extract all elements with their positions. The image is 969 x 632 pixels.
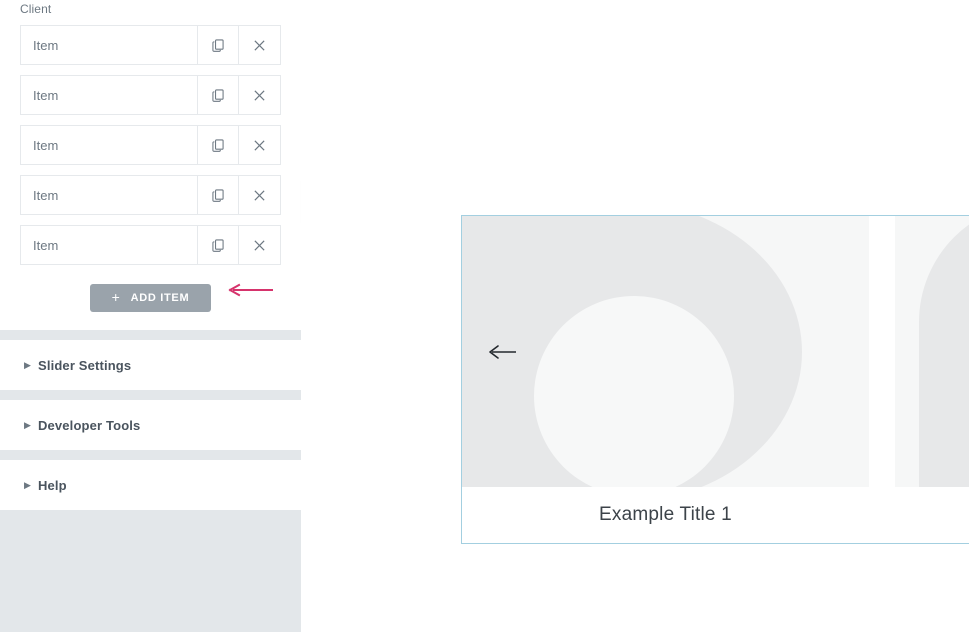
- editor-screen: Client Item Item Item Item Item + ADD IT…: [0, 0, 969, 632]
- repeater-item-row[interactable]: Item: [20, 75, 281, 115]
- section-gap: [0, 450, 301, 460]
- repeater-item-title[interactable]: Item: [21, 26, 198, 64]
- settings-panel: Client Item Item Item Item Item + ADD IT…: [0, 0, 301, 632]
- duplicate-icon[interactable]: [198, 176, 239, 214]
- caret-right-icon: ▶: [24, 359, 31, 370]
- caret-right-icon: ▶: [24, 479, 31, 490]
- slider-prev-arrow-icon[interactable]: [488, 341, 518, 363]
- close-icon[interactable]: [239, 176, 280, 214]
- close-icon[interactable]: [239, 26, 280, 64]
- section-gap: [0, 330, 301, 340]
- repeater-field-label: Client: [20, 2, 52, 16]
- image-placeholder-icon: [919, 216, 969, 487]
- add-item-button[interactable]: + ADD ITEM: [89, 284, 212, 312]
- repeater-item-title[interactable]: Item: [21, 76, 198, 114]
- add-item-label: ADD ITEM: [130, 292, 190, 304]
- panel-empty-area: [0, 510, 301, 632]
- annotation-arrow-icon: [228, 283, 273, 297]
- duplicate-icon[interactable]: [198, 226, 239, 264]
- sidebar-section-label: Slider Settings: [38, 357, 132, 373]
- close-icon[interactable]: [239, 126, 280, 164]
- slide-media: [462, 216, 869, 487]
- slide-caption: Example Title 1: [462, 487, 869, 543]
- slide-media: [895, 216, 969, 487]
- repeater-item-row[interactable]: Item: [20, 225, 281, 265]
- preview-canvas: Example Title 1: [301, 0, 969, 632]
- repeater-item-title[interactable]: Item: [21, 126, 198, 164]
- repeater-item-row[interactable]: Item: [20, 25, 281, 65]
- sidebar-section-help[interactable]: ▶ Help: [0, 460, 301, 510]
- close-icon[interactable]: [239, 76, 280, 114]
- caret-right-icon: ▶: [24, 419, 31, 430]
- repeater-item-title[interactable]: Item: [21, 176, 198, 214]
- sidebar-section-label: Help: [38, 477, 67, 493]
- repeater-control: Client Item Item Item Item Item + ADD IT…: [0, 0, 301, 330]
- repeater-item-row[interactable]: Item: [20, 175, 281, 215]
- sidebar-section-slider-settings[interactable]: ▶ Slider Settings: [0, 340, 301, 390]
- repeater-item-title[interactable]: Item: [21, 226, 198, 264]
- duplicate-icon[interactable]: [198, 76, 239, 114]
- sidebar-section-label: Developer Tools: [38, 417, 141, 433]
- slides-track: [462, 216, 969, 487]
- close-icon[interactable]: [239, 226, 280, 264]
- slider-widget[interactable]: Example Title 1: [461, 215, 969, 544]
- plus-icon: +: [111, 289, 121, 305]
- duplicate-icon[interactable]: [198, 26, 239, 64]
- add-item-row: + ADD ITEM: [20, 275, 281, 312]
- sidebar-section-developer-tools[interactable]: ▶ Developer Tools: [0, 400, 301, 450]
- repeater-item-row[interactable]: Item: [20, 125, 281, 165]
- duplicate-icon[interactable]: [198, 126, 239, 164]
- section-gap: [0, 390, 301, 400]
